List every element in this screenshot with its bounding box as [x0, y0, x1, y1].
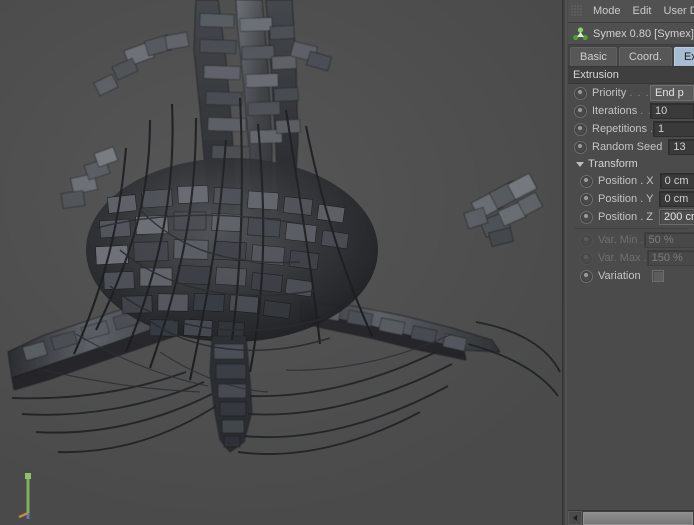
label-var-min: Var. Min: [598, 234, 638, 246]
label-variation: Variation: [598, 270, 641, 282]
row-variation[interactable]: Variation: [568, 267, 694, 285]
animation-track-icon: [580, 233, 593, 247]
row-position-y[interactable]: Position . Y 0 cm: [568, 190, 694, 208]
dot-grid-icon[interactable]: [571, 5, 582, 17]
transform-label: Transform: [588, 158, 638, 170]
application-window: Mode Edit User D Symex 0.80 [Symex] Basi…: [0, 0, 694, 525]
animation-track-icon[interactable]: [580, 174, 593, 188]
menu-item-mode[interactable]: Mode: [587, 3, 627, 20]
leader-dots: . . . . .: [629, 87, 650, 99]
attributes-content: Priority . . . . . End p Iterations . . …: [568, 84, 694, 285]
animation-track-icon[interactable]: [574, 104, 587, 118]
repetitions-input[interactable]: 1: [653, 121, 694, 137]
symmetry-object-icon: [573, 26, 588, 40]
group-header-transform[interactable]: Transform: [568, 156, 694, 172]
tab-basic[interactable]: Basic: [570, 47, 617, 66]
position-z-input[interactable]: 200 cm: [659, 209, 694, 225]
label-position-x: Position . X: [598, 175, 654, 187]
var-min-input: 50 %: [643, 232, 694, 248]
row-repetitions[interactable]: Repetitions . . 1: [568, 120, 694, 138]
panel-menubar: Mode Edit User D: [568, 0, 694, 23]
attributes-panel: Mode Edit User D Symex 0.80 [Symex] Basi…: [568, 0, 694, 525]
animation-track-icon[interactable]: [580, 269, 593, 283]
viewport-3d[interactable]: [0, 0, 562, 525]
random-seed-input[interactable]: 13: [668, 139, 694, 155]
animation-track-icon[interactable]: [580, 210, 593, 224]
scrollbar-thumb[interactable]: [583, 511, 693, 525]
animation-track-icon[interactable]: [574, 86, 587, 100]
leader-dots: . . .: [640, 105, 650, 117]
arrow-left-icon: [573, 515, 577, 521]
label-iterations: Iterations: [592, 105, 638, 117]
label-var-max: Var. Max: [598, 252, 641, 264]
tab-coord[interactable]: Coord.: [618, 47, 672, 66]
animation-track-icon[interactable]: [580, 192, 593, 206]
tab-extrusion[interactable]: Extr: [673, 47, 694, 66]
row-random-seed[interactable]: Random Seed 13: [568, 138, 694, 156]
row-priority[interactable]: Priority . . . . . End p: [568, 84, 694, 102]
label-position-z: Position . Z: [598, 211, 654, 223]
variation-checkbox[interactable]: [652, 270, 664, 282]
menu-item-user-data[interactable]: User D: [658, 3, 694, 20]
label-random-seed: Random Seed: [592, 141, 663, 153]
position-x-input[interactable]: 0 cm: [659, 173, 694, 189]
label-position-y: Position . Y: [598, 193, 654, 205]
object-title: Symex 0.80 [Symex]: [593, 27, 694, 40]
priority-dropdown[interactable]: End p: [650, 85, 694, 101]
row-var-min: Var. Min . . 50 %: [568, 231, 694, 249]
attribute-tabs: Basic Coord. Extr: [568, 45, 694, 67]
viewport-vignette: [0, 0, 562, 525]
position-y-input[interactable]: 0 cm: [659, 191, 694, 207]
chevron-down-icon[interactable]: [576, 161, 584, 167]
iterations-input[interactable]: 10: [650, 103, 694, 119]
animation-track-icon[interactable]: [574, 140, 587, 154]
label-priority: Priority: [592, 87, 627, 99]
group-header-extrusion: Extrusion: [568, 67, 694, 84]
var-max-input: 150 %: [646, 250, 694, 266]
menu-item-edit[interactable]: Edit: [627, 3, 658, 20]
row-position-x[interactable]: Position . X 0 cm: [568, 172, 694, 190]
divider: [574, 228, 688, 229]
object-header[interactable]: Symex 0.80 [Symex]: [568, 23, 694, 45]
row-var-max: Var. Max . . 150 %: [568, 249, 694, 267]
row-iterations[interactable]: Iterations . . . 10: [568, 102, 694, 120]
axis-gizmo-icon: [18, 473, 31, 519]
row-position-z[interactable]: Position . Z 200 cm: [568, 208, 694, 226]
scroll-left-button[interactable]: [568, 511, 582, 525]
label-repetitions: Repetitions: [592, 123, 648, 135]
animation-track-icon: [580, 251, 593, 265]
horizontal-scrollbar[interactable]: [568, 510, 694, 525]
animation-track-icon[interactable]: [574, 122, 587, 136]
